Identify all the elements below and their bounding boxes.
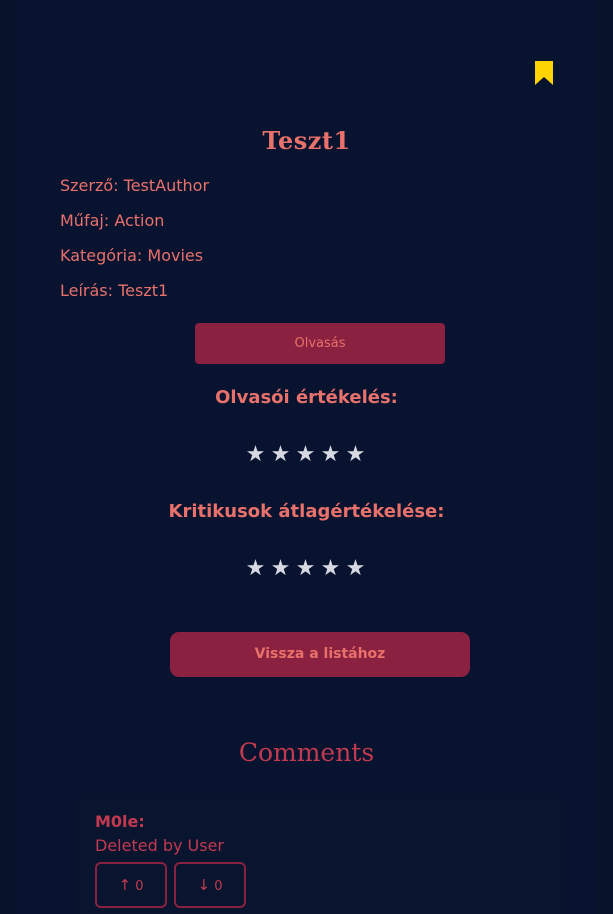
bookmark-icon[interactable]	[533, 60, 555, 86]
star-icon[interactable]: ★	[319, 442, 344, 467]
star-icon: ★	[295, 556, 318, 581]
book-title: Teszt1	[262, 126, 351, 155]
back-to-list-button[interactable]: Vissza a listához	[170, 632, 470, 677]
author-row: Szerző: TestAuthor	[60, 176, 209, 195]
star-icon: ★	[245, 556, 268, 581]
critic-rating-stars: ★ ★ ★ ★ ★	[0, 556, 613, 581]
genre-label: Műfaj:	[60, 211, 110, 230]
author-value: TestAuthor	[123, 176, 210, 195]
category-row: Kategória: Movies	[60, 246, 203, 265]
description-row: Leírás: Teszt1	[60, 281, 168, 300]
star-icon[interactable]: ★	[269, 442, 294, 467]
description-label: Leírás:	[60, 281, 114, 300]
downvote-count: 0	[214, 879, 223, 894]
arrow-down-icon: ↓	[197, 876, 211, 894]
category-label: Kategória:	[60, 246, 143, 265]
star-icon: ★	[345, 556, 368, 581]
category-value: Movies	[147, 246, 204, 265]
upvote-count: 0	[135, 879, 144, 894]
read-button[interactable]: Olvasás	[195, 323, 445, 364]
critic-rating-label: Kritikusok átlagértékelése:	[168, 501, 445, 522]
star-icon[interactable]: ★	[344, 442, 369, 467]
genre-row: Műfaj: Action	[60, 211, 164, 230]
downvote-button[interactable]: ↓ 0	[174, 862, 246, 908]
reader-rating-label: Olvasói értékelés:	[215, 387, 398, 408]
arrow-up-icon: ↑	[118, 876, 132, 894]
reader-rating-stars[interactable]: ★ ★ ★ ★ ★	[0, 442, 613, 467]
comments-title: Comments	[238, 738, 375, 767]
star-icon: ★	[320, 556, 343, 581]
genre-value: Action	[114, 211, 165, 230]
upvote-button[interactable]: ↑ 0	[95, 862, 167, 908]
comment-author: M0le:	[95, 812, 145, 831]
author-label: Szerző:	[60, 176, 119, 195]
star-icon[interactable]: ★	[244, 442, 269, 467]
star-icon[interactable]: ★	[294, 442, 319, 467]
book-detail-page: Teszt1 Szerző: TestAuthor Műfaj: Action …	[0, 0, 613, 914]
description-value: Teszt1	[118, 281, 169, 300]
star-icon: ★	[270, 556, 293, 581]
comment-text: Deleted by User	[95, 836, 224, 855]
